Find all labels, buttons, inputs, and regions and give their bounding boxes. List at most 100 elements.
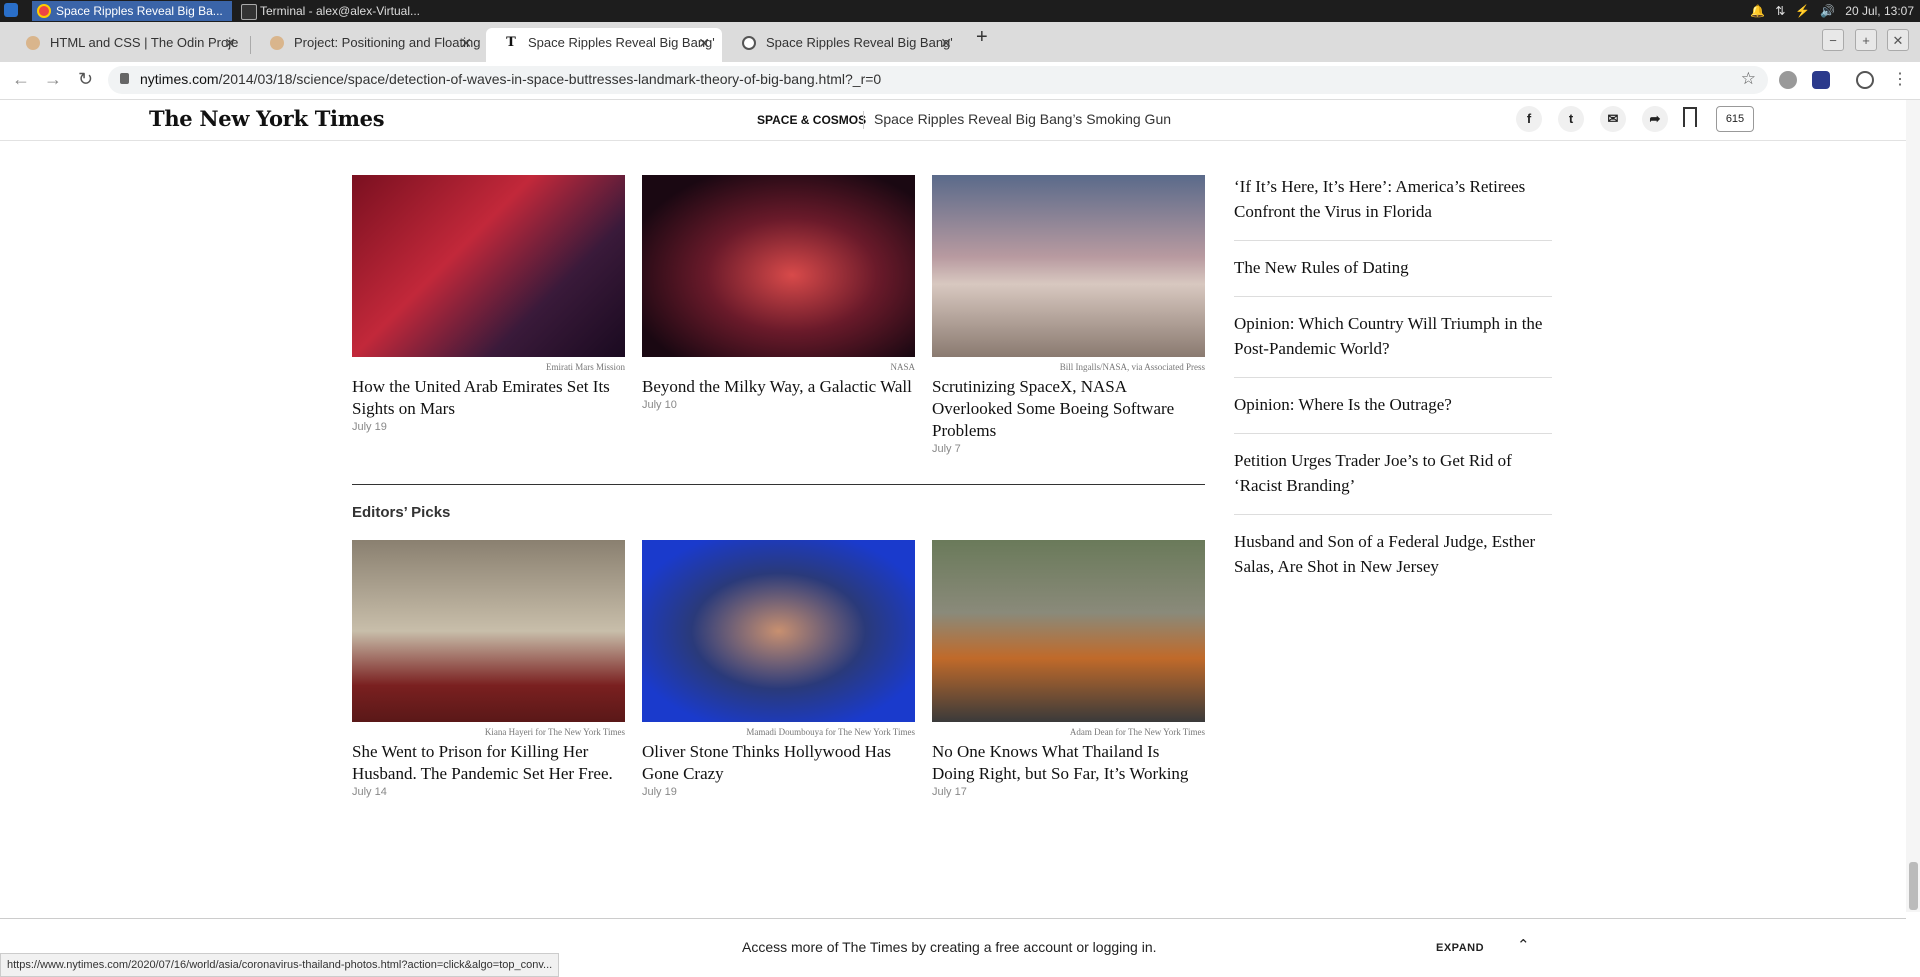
back-arrow-icon[interactable]: ←: [12, 69, 30, 90]
list-item[interactable]: The New Rules of Dating: [1234, 240, 1552, 296]
image-credit: NASA: [890, 362, 915, 372]
article-card[interactable]: Adam Dean for The New York Times No One …: [932, 540, 1205, 798]
minimize-window-button[interactable]: −: [1822, 29, 1844, 51]
article-card[interactable]: Bill Ingalls/NASA, via Associated Press …: [932, 175, 1205, 455]
taskbar-item-terminal[interactable]: Terminal - alex@alex-Virtual...: [236, 1, 436, 21]
article-image[interactable]: [932, 175, 1205, 357]
article-image[interactable]: [932, 540, 1205, 722]
terminal-icon: [241, 4, 257, 20]
registration-message: Access more of The Times by creating a f…: [742, 939, 1157, 955]
close-tab-icon[interactable]: ✕: [940, 28, 952, 58]
image-credit: Adam Dean for The New York Times: [1069, 727, 1205, 737]
article-date: July 19: [642, 786, 677, 798]
article-card[interactable]: Kiana Hayeri for The New York Times She …: [352, 540, 625, 798]
os-menu-icon[interactable]: [4, 3, 18, 17]
profile-avatar-icon[interactable]: [1856, 71, 1874, 89]
share-icon[interactable]: ➦: [1642, 106, 1668, 132]
new-tab-button[interactable]: +: [976, 26, 988, 49]
network-icon[interactable]: ⇅: [1775, 0, 1785, 22]
tab-odin-project[interactable]: HTML and CSS | The Odin Proje ✕: [8, 28, 248, 62]
article-card[interactable]: NASA Beyond the Milky Way, a Galactic Wa…: [642, 175, 915, 411]
facebook-icon[interactable]: f: [1516, 106, 1542, 132]
list-item[interactable]: Opinion: Which Country Will Triumph in t…: [1234, 296, 1552, 377]
section-label[interactable]: SPACE & COSMOS: [757, 113, 866, 127]
article-title[interactable]: No One Knows What Thailand Is Doing Righ…: [932, 741, 1205, 785]
volume-icon[interactable]: 🔊: [1820, 0, 1835, 22]
url-text[interactable]: nytimes.com/2014/03/18/science/space/det…: [140, 71, 881, 87]
tab-label: HTML and CSS | The Odin Proje: [50, 35, 239, 50]
article-image[interactable]: [642, 540, 915, 722]
list-item[interactable]: Opinion: Where Is the Outrage?: [1234, 377, 1552, 433]
clock[interactable]: 20 Jul, 13:07: [1845, 0, 1914, 22]
article-date: July 19: [352, 421, 387, 433]
tab-space-ripples-active[interactable]: T Space Ripples Reveal Big Bang' ✕: [486, 28, 722, 62]
taskbar-item-browser[interactable]: Space Ripples Reveal Big Ba...: [32, 1, 232, 21]
nyt-logo[interactable]: The New York Times: [149, 106, 385, 131]
reload-icon[interactable]: ↻: [78, 69, 93, 90]
article-image[interactable]: [352, 540, 625, 722]
tab-label: Project: Positioning and Floating: [294, 35, 481, 50]
article-title[interactable]: Beyond the Milky Way, a Galactic Wall: [642, 376, 915, 398]
nyt-header: The New York Times SPACE & COSMOS Space …: [0, 100, 1920, 141]
bookmark-star-icon[interactable]: ☆: [1741, 69, 1756, 89]
bookmark-icon[interactable]: [1683, 107, 1697, 127]
article-title[interactable]: Scrutinizing SpaceX, NASA Overlooked Som…: [932, 376, 1205, 442]
tab-label: Space Ripples Reveal Big Bang': [766, 35, 953, 50]
image-credit: Bill Ingalls/NASA, via Associated Press: [1059, 362, 1205, 372]
close-window-button[interactable]: ✕: [1887, 29, 1909, 51]
email-icon[interactable]: ✉: [1600, 106, 1626, 132]
article-title[interactable]: She Went to Prison for Killing Her Husba…: [352, 741, 625, 785]
article-date: July 14: [352, 786, 387, 798]
extension-react-icon[interactable]: [1812, 71, 1830, 89]
section-divider: [352, 484, 1205, 485]
taskbar-item-label: Terminal - alex@alex-Virtual...: [260, 4, 421, 18]
article-date: July 7: [932, 443, 961, 455]
chrome-icon: [37, 4, 51, 18]
maximize-window-button[interactable]: +: [1855, 29, 1877, 51]
os-taskbar: Space Ripples Reveal Big Ba... Terminal …: [0, 0, 1920, 22]
close-tab-icon[interactable]: ✕: [460, 28, 472, 58]
list-item[interactable]: ‘If It’s Here, It’s Here’: America’s Ret…: [1234, 158, 1552, 240]
article-image[interactable]: [642, 175, 915, 357]
article-card[interactable]: Emirati Mars Mission How the United Arab…: [352, 175, 625, 433]
nyt-favicon-icon: T: [506, 35, 516, 50]
forward-arrow-icon[interactable]: →: [44, 69, 62, 90]
extension-icon[interactable]: [1779, 71, 1797, 89]
lock-icon: [120, 73, 129, 84]
browser-toolbar: ← → ↻ nytimes.com/2014/03/18/science/spa…: [0, 62, 1920, 100]
power-icon[interactable]: ⚡: [1795, 0, 1810, 22]
chevron-up-icon[interactable]: ⌃: [1517, 936, 1530, 954]
link-status-url: https://www.nytimes.com/2020/07/16/world…: [0, 953, 560, 977]
tab-positioning-project[interactable]: Project: Positioning and Floating ✕: [252, 28, 484, 62]
editors-picks-heading: Editors’ Picks: [352, 504, 451, 521]
close-tab-icon[interactable]: ✕: [224, 28, 236, 58]
tab-label: Space Ripples Reveal Big Bang': [528, 35, 715, 50]
list-item[interactable]: Petition Urges Trader Joe’s to Get Rid o…: [1234, 433, 1552, 514]
list-item[interactable]: Husband and Son of a Federal Judge, Esth…: [1234, 514, 1552, 595]
tab-space-ripples-2[interactable]: Space Ripples Reveal Big Bang' ✕: [724, 28, 964, 62]
most-popular-list: ‘If It’s Here, It’s Here’: America’s Ret…: [1234, 158, 1552, 595]
address-bar[interactable]: nytimes.com/2014/03/18/science/space/det…: [108, 66, 1768, 94]
close-tab-icon[interactable]: ✕: [698, 28, 710, 58]
article-card[interactable]: Mamadi Doumbouya for The New York Times …: [642, 540, 915, 798]
article-title[interactable]: How the United Arab Emirates Set Its Sig…: [352, 376, 625, 420]
notification-bell-icon[interactable]: 🔔: [1750, 0, 1765, 22]
globe-icon: [742, 36, 756, 50]
comments-count-button[interactable]: 615: [1716, 106, 1754, 132]
odin-favicon-icon: [270, 36, 284, 50]
scrollbar-thumb[interactable]: [1909, 862, 1918, 910]
menu-kebab-icon[interactable]: ⋮: [1892, 69, 1908, 89]
twitter-icon[interactable]: t: [1558, 106, 1584, 132]
article-date: July 17: [932, 786, 967, 798]
system-tray: 🔔 ⇅ ⚡ 🔊 20 Jul, 13:07: [1750, 0, 1914, 22]
browser-tab-bar: HTML and CSS | The Odin Proje ✕ Project:…: [0, 22, 1920, 62]
article-headline: Space Ripples Reveal Big Bang’s Smoking …: [874, 111, 1172, 127]
article-date: July 10: [642, 399, 677, 411]
article-title[interactable]: Oliver Stone Thinks Hollywood Has Gone C…: [642, 741, 915, 785]
odin-favicon-icon: [26, 36, 40, 50]
article-image[interactable]: [352, 175, 625, 357]
page-scrollbar[interactable]: [1906, 100, 1920, 912]
image-credit: Kiana Hayeri for The New York Times: [484, 727, 625, 737]
expand-button[interactable]: EXPAND: [1436, 942, 1484, 954]
image-credit: Emirati Mars Mission: [546, 362, 625, 372]
